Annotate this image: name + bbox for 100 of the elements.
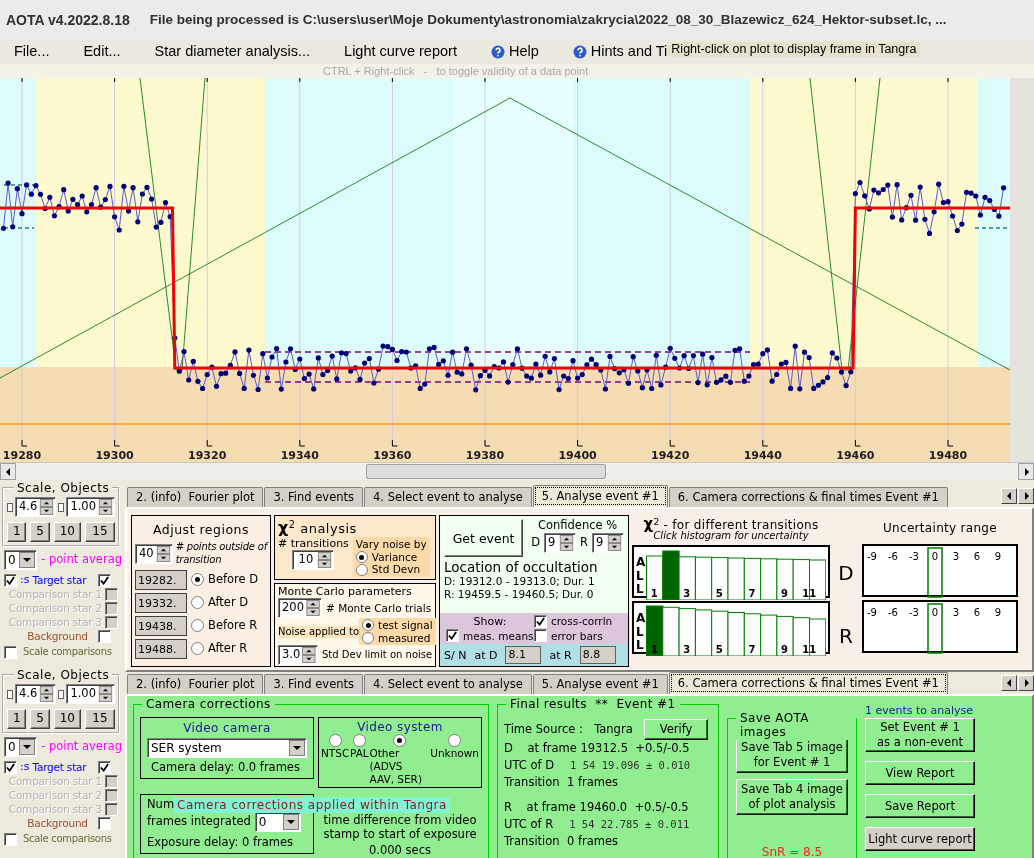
- checkbox[interactable]: [534, 615, 547, 629]
- radio-button[interactable]: [355, 563, 368, 576]
- spin-arrows-icon[interactable]: [302, 647, 316, 664]
- scale-button[interactable]: 1: [7, 522, 27, 542]
- checkbox[interactable]: [104, 587, 118, 601]
- tab[interactable]: 4. Select event to analyse: [364, 487, 532, 507]
- scale-button[interactable]: 15: [84, 522, 115, 542]
- tab-scroll-right-button[interactable]: [1018, 488, 1034, 504]
- number-spinner[interactable]: 4.6: [15, 497, 57, 517]
- radio-button[interactable]: [392, 734, 406, 748]
- spin-arrows-icon[interactable]: [39, 686, 55, 702]
- region-field[interactable]: 19282.: [135, 569, 187, 590]
- checkbox[interactable]: [104, 615, 118, 629]
- radio-button[interactable]: [448, 734, 462, 748]
- checkbox[interactable]: [104, 774, 118, 788]
- action-button[interactable]: Set Event # 1 as a non-event: [865, 718, 975, 753]
- number-spinner[interactable]: 9: [544, 532, 576, 553]
- number-spinner[interactable]: 1.00: [66, 684, 115, 704]
- spin-arrows-icon[interactable]: [39, 499, 55, 515]
- number-spinner[interactable]: 40: [135, 543, 173, 564]
- number-spinner[interactable]: 10: [292, 550, 335, 571]
- scale-button[interactable]: 10: [53, 522, 81, 542]
- tab[interactable]: 2. (info) Fourier plot: [127, 487, 264, 507]
- action-button[interactable]: Save Report: [865, 794, 975, 819]
- tab[interactable]: 2. (info) Fourier plot: [127, 674, 264, 694]
- tab[interactable]: 3. Find events: [264, 487, 364, 507]
- checkbox[interactable]: [104, 788, 118, 802]
- histogram-bar[interactable]: [743, 557, 762, 600]
- dropdown[interactable]: 0: [254, 811, 301, 832]
- checkbox[interactable]: [446, 629, 459, 643]
- number-spinner[interactable]: 4.6: [15, 684, 57, 704]
- spin-arrows-icon[interactable]: [305, 600, 320, 617]
- checkbox[interactable]: [104, 601, 118, 615]
- tab[interactable]: 5. Analyse event #1: [532, 674, 668, 694]
- number-spinner[interactable]: 3.0: [278, 645, 318, 666]
- scale-button[interactable]: 1: [7, 709, 27, 729]
- region-field[interactable]: 19488.: [135, 638, 187, 659]
- menu-item[interactable]: Hints and Ti: [572, 43, 668, 61]
- menu-item[interactable]: Light curve report: [344, 43, 457, 61]
- number-spinner[interactable]: 1.00: [66, 497, 115, 517]
- spin-arrows-icon[interactable]: [98, 499, 113, 515]
- radio-button[interactable]: [362, 632, 374, 645]
- checkbox[interactable]: [98, 760, 111, 774]
- histogram-bar[interactable]: [646, 605, 664, 656]
- checkbox[interactable]: [58, 689, 65, 699]
- menu-item[interactable]: Edit...: [83, 43, 121, 61]
- menu-item[interactable]: File...: [14, 43, 50, 61]
- scale-button[interactable]: 5: [30, 709, 50, 729]
- checkbox[interactable]: [7, 689, 14, 699]
- scroll-right-button[interactable]: [1018, 463, 1034, 480]
- scrollbar-thumb[interactable]: [366, 464, 606, 479]
- action-button[interactable]: View Report: [865, 761, 975, 786]
- scroll-left-button[interactable]: [0, 463, 16, 480]
- region-field[interactable]: 19332.: [135, 592, 187, 613]
- spin-arrows-icon[interactable]: [559, 534, 574, 551]
- radio-button[interactable]: [191, 642, 204, 655]
- checkbox[interactable]: [4, 645, 17, 659]
- spin-arrows-icon[interactable]: [98, 686, 113, 702]
- verify-button[interactable]: Verify: [644, 719, 708, 740]
- radio-button[interactable]: [362, 619, 374, 632]
- checkbox[interactable]: [4, 832, 17, 846]
- radio-button[interactable]: [191, 596, 204, 609]
- radio-button[interactable]: [352, 734, 366, 748]
- histogram-bar[interactable]: [678, 556, 696, 600]
- save-image-button[interactable]: Save Tab 4 image of plot analysis: [736, 779, 848, 815]
- tab[interactable]: 4. Select event to analyse: [364, 674, 532, 694]
- tab[interactable]: 6. Camera corrections & final times Event #1: [668, 672, 948, 694]
- histogram-bar[interactable]: [678, 608, 696, 656]
- spin-arrows-icon[interactable]: [155, 545, 171, 562]
- dropdown[interactable]: 0: [4, 737, 38, 757]
- tab-scroll-left-button[interactable]: [1001, 488, 1017, 504]
- radio-button[interactable]: [328, 734, 342, 748]
- checkbox[interactable]: [58, 502, 65, 512]
- tab-scroll-left-button[interactable]: [1001, 675, 1017, 691]
- histogram-bar[interactable]: [743, 613, 762, 656]
- region-field[interactable]: 19438.: [135, 615, 187, 636]
- checkbox[interactable]: [534, 629, 547, 643]
- radio-button[interactable]: [355, 551, 368, 564]
- checkbox[interactable]: [98, 629, 111, 643]
- scale-button[interactable]: 5: [30, 522, 50, 542]
- number-spinner[interactable]: 200: [278, 598, 322, 619]
- get-event-button[interactable]: Get event: [444, 519, 524, 557]
- tab[interactable]: 6. Camera corrections & final times Event #1: [668, 487, 948, 507]
- radio-button[interactable]: [191, 573, 204, 586]
- tab[interactable]: 3. Find events: [264, 674, 364, 694]
- spin-arrows-icon[interactable]: [317, 552, 333, 569]
- checkbox[interactable]: [4, 760, 17, 774]
- tab[interactable]: 5. Analyse event #1: [532, 485, 668, 507]
- scale-button[interactable]: 15: [84, 709, 115, 729]
- checkbox[interactable]: [4, 573, 17, 587]
- dropdown[interactable]: SER system: [147, 738, 307, 759]
- action-button[interactable]: Light curve report: [865, 827, 975, 852]
- histogram-bar[interactable]: [776, 615, 794, 656]
- menu-item[interactable]: Star diameter analysis...: [154, 43, 311, 61]
- number-spinner[interactable]: 9: [592, 532, 624, 553]
- tab-scroll-right-button[interactable]: [1018, 675, 1034, 691]
- checkbox[interactable]: [7, 502, 14, 512]
- checkbox[interactable]: [98, 573, 111, 587]
- scale-button[interactable]: 10: [53, 709, 81, 729]
- radio-button[interactable]: [191, 619, 204, 632]
